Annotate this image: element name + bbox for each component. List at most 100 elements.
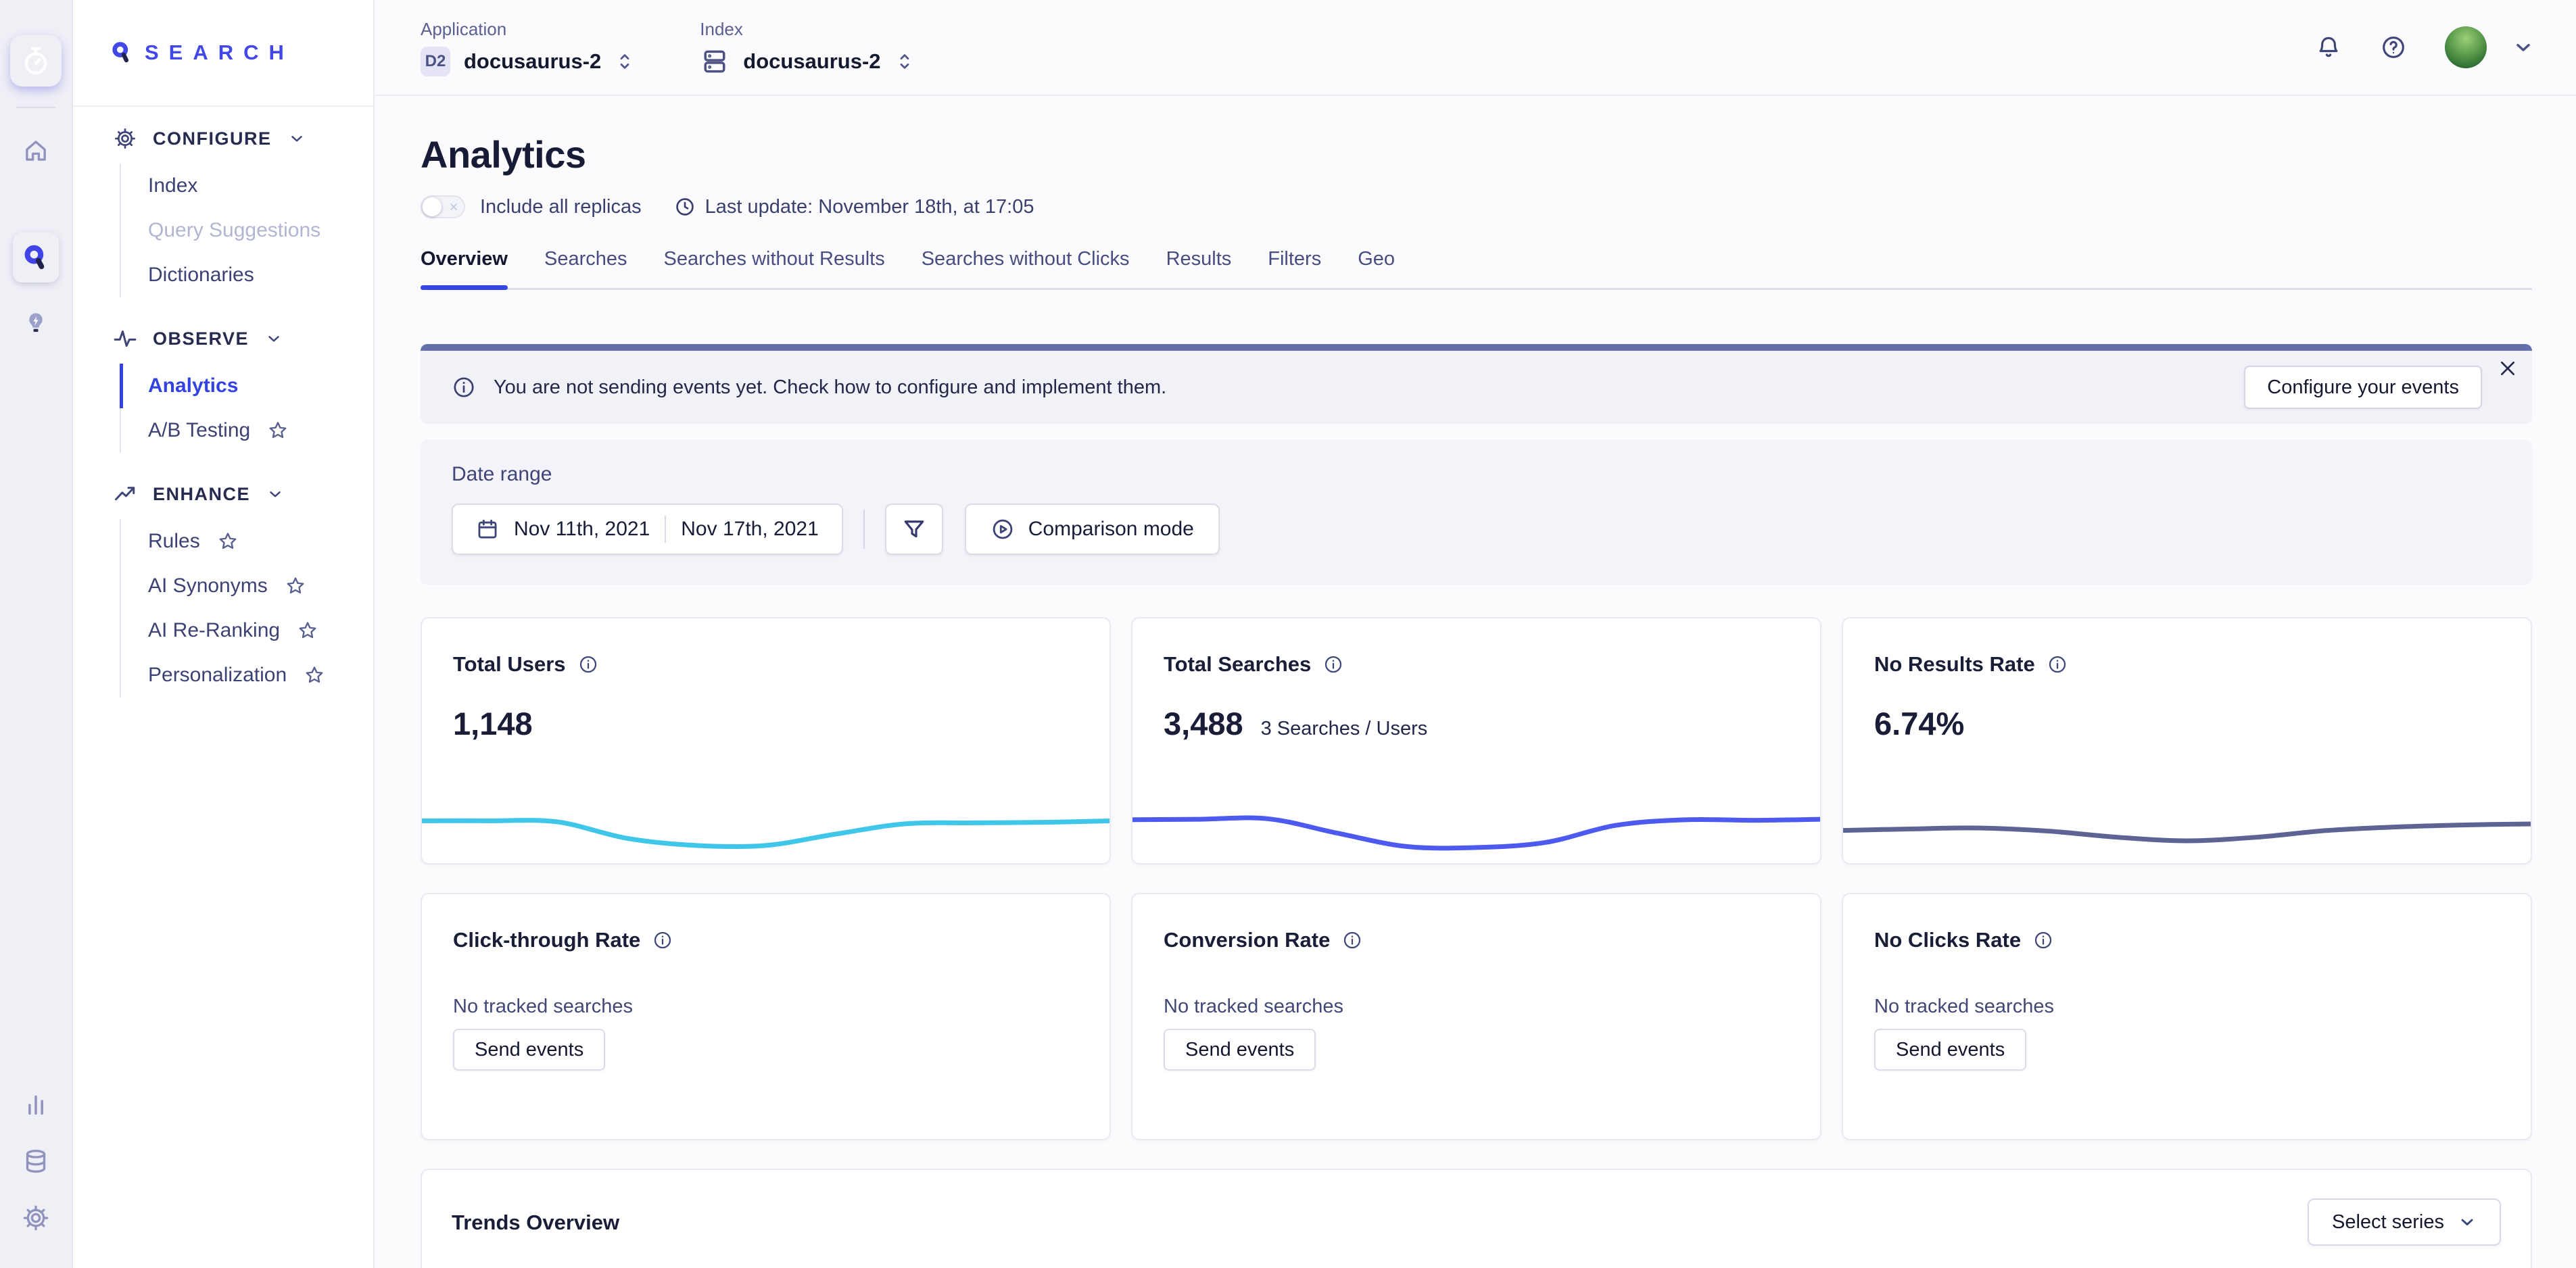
sidebar-item-ai-synonyms[interactable]: AI Synonyms	[120, 564, 357, 608]
controls-divider	[863, 510, 865, 549]
total-searches-sparkline	[1131, 802, 1821, 854]
tab-filters[interactable]: Filters	[1268, 248, 1321, 288]
help-icon[interactable]	[2380, 34, 2407, 61]
tab-overview[interactable]: Overview	[421, 248, 508, 288]
date-range-button[interactable]: Nov 11th, 2021 Nov 17th, 2021	[452, 504, 843, 555]
info-icon[interactable]	[578, 654, 598, 675]
comparison-mode-button[interactable]: Comparison mode	[965, 504, 1220, 555]
tab-bar: Overview Searches Searches without Resul…	[421, 248, 2532, 290]
card-title: Click-through Rate	[453, 928, 640, 952]
card-title: Conversion Rate	[1164, 928, 1330, 952]
analytics-bars-icon[interactable]	[22, 1091, 49, 1118]
tab-searches-without-clicks[interactable]: Searches without Clicks	[922, 248, 1130, 288]
favorite-star-icon[interactable]	[285, 576, 306, 596]
chevron-down-icon	[266, 485, 284, 503]
settings-gear-icon[interactable]	[22, 1204, 49, 1232]
card-total-searches: Total Searches 3,488 3 Searches / Users	[1131, 617, 1821, 864]
info-icon[interactable]	[652, 930, 673, 950]
favorite-star-icon[interactable]	[304, 665, 325, 685]
section-header-configure[interactable]: CONFIGURE	[114, 127, 357, 150]
page-meta-row: Include all replicas Last update: Novemb…	[421, 195, 2532, 218]
index-select-button[interactable]: docusaurus-2	[700, 47, 914, 76]
select-series-label: Select series	[2332, 1211, 2444, 1234]
banner-close-icon[interactable]	[2497, 358, 2519, 379]
search-logo[interactable]: SEARCH	[110, 41, 294, 65]
send-events-button[interactable]: Send events	[453, 1029, 605, 1071]
user-avatar[interactable]	[2445, 26, 2487, 68]
home-icon[interactable]	[22, 137, 50, 165]
card-title: Total Users	[453, 652, 566, 677]
index-selector: Index docusaurus-2	[700, 19, 914, 76]
card-value: 3,488	[1164, 705, 1243, 742]
recommend-bulb-icon[interactable]	[22, 310, 49, 337]
data-database-icon[interactable]	[22, 1148, 49, 1175]
application-selector: Application D2 docusaurus-2	[421, 19, 635, 76]
send-events-button[interactable]: Send events	[1164, 1029, 1316, 1071]
card-title: No Clicks Rate	[1874, 928, 2021, 952]
section-header-enhance[interactable]: ENHANCE	[114, 483, 357, 506]
app-root: SEARCH CONFIGURE Index	[0, 0, 2576, 1268]
total-users-sparkline	[421, 802, 1111, 854]
page-title: Analytics	[421, 132, 2532, 176]
tab-searches-without-results[interactable]: Searches without Results	[664, 248, 885, 288]
date-range-panel: Date range Nov 11th, 2021 Nov 17th, 2021	[421, 440, 2532, 585]
favorite-star-icon[interactable]	[218, 531, 238, 552]
date-range-label: Date range	[452, 463, 2501, 486]
notifications-bell-icon[interactable]	[2315, 34, 2342, 61]
trending-up-icon	[114, 483, 137, 506]
banner-message-group: You are not sending events yet. Check ho…	[452, 375, 1166, 399]
empty-state-text: No tracked searches	[1874, 996, 2500, 1018]
stat-cards-row: Total Users 1,148 Total Searches 3,488 3…	[421, 617, 2532, 864]
sidebar-item-ai-re-ranking[interactable]: AI Re-Ranking	[120, 608, 357, 653]
gear-icon	[114, 127, 137, 150]
banner-message: You are not sending events yet. Check ho…	[494, 376, 1166, 399]
tab-results[interactable]: Results	[1166, 248, 1232, 288]
sidebar-item-query-suggestions[interactable]: Query Suggestions	[120, 208, 357, 253]
sidebar-item-index[interactable]: Index	[120, 164, 357, 208]
application-badge: D2	[421, 47, 450, 76]
sidebar-item-dictionaries[interactable]: Dictionaries	[120, 253, 357, 297]
clock-icon	[674, 196, 696, 218]
sidebar-item-personalization[interactable]: Personalization	[120, 653, 357, 698]
algolia-app-icon[interactable]	[10, 35, 62, 87]
send-events-button[interactable]: Send events	[1874, 1029, 2026, 1071]
select-updown-icon	[615, 51, 635, 72]
chevron-down-icon	[265, 330, 283, 347]
trends-title: Trends Overview	[452, 1211, 619, 1235]
chevron-down-icon	[2458, 1213, 2477, 1232]
info-icon	[452, 375, 476, 399]
sidebar-nav: CONFIGURE Index Query Suggestions Dictio…	[73, 107, 373, 698]
section-header-observe[interactable]: OBSERVE	[114, 327, 357, 350]
info-icon[interactable]	[1323, 654, 1343, 675]
info-icon[interactable]	[2047, 654, 2068, 675]
account-chevron-down-icon[interactable]	[2512, 36, 2534, 58]
select-series-button[interactable]: Select series	[2308, 1198, 2501, 1246]
card-subtitle: 3 Searches / Users	[1261, 718, 1428, 740]
favorite-star-icon[interactable]	[268, 420, 288, 441]
toggle-off-x-icon	[448, 201, 459, 212]
application-select-button[interactable]: D2 docusaurus-2	[421, 47, 635, 76]
tab-searches[interactable]: Searches	[544, 248, 627, 288]
page-content: Analytics Include all replicas Last upda…	[375, 96, 2576, 1268]
filter-funnel-button[interactable]	[885, 504, 943, 555]
tab-geo[interactable]: Geo	[1358, 248, 1395, 288]
sidebar-item-rules[interactable]: Rules	[120, 519, 357, 564]
favorite-star-icon[interactable]	[297, 620, 318, 641]
search-product-icon[interactable]	[13, 233, 59, 283]
configure-events-button[interactable]: Configure your events	[2244, 366, 2482, 409]
nav-section-configure: CONFIGURE Index Query Suggestions Dictio…	[114, 127, 357, 297]
application-label: Application	[421, 19, 635, 40]
rail-bottom-group	[22, 1091, 49, 1232]
info-icon[interactable]	[1342, 930, 1362, 950]
last-update-text: Last update: November 18th, at 17:05	[705, 196, 1034, 218]
sidebar-item-ab-testing[interactable]: A/B Testing	[120, 408, 357, 453]
play-circle-icon	[991, 517, 1015, 541]
sidebar-item-analytics[interactable]: Analytics	[120, 364, 357, 408]
logo-text: SEARCH	[145, 41, 294, 65]
index-stack-icon	[700, 47, 730, 76]
section-items: Analytics A/B Testing	[120, 364, 357, 453]
date-range-controls: Nov 11th, 2021 Nov 17th, 2021	[452, 504, 2501, 555]
magnifier-logo-icon	[110, 41, 134, 65]
include-replicas-toggle[interactable]	[421, 195, 465, 218]
info-icon[interactable]	[2033, 930, 2053, 950]
